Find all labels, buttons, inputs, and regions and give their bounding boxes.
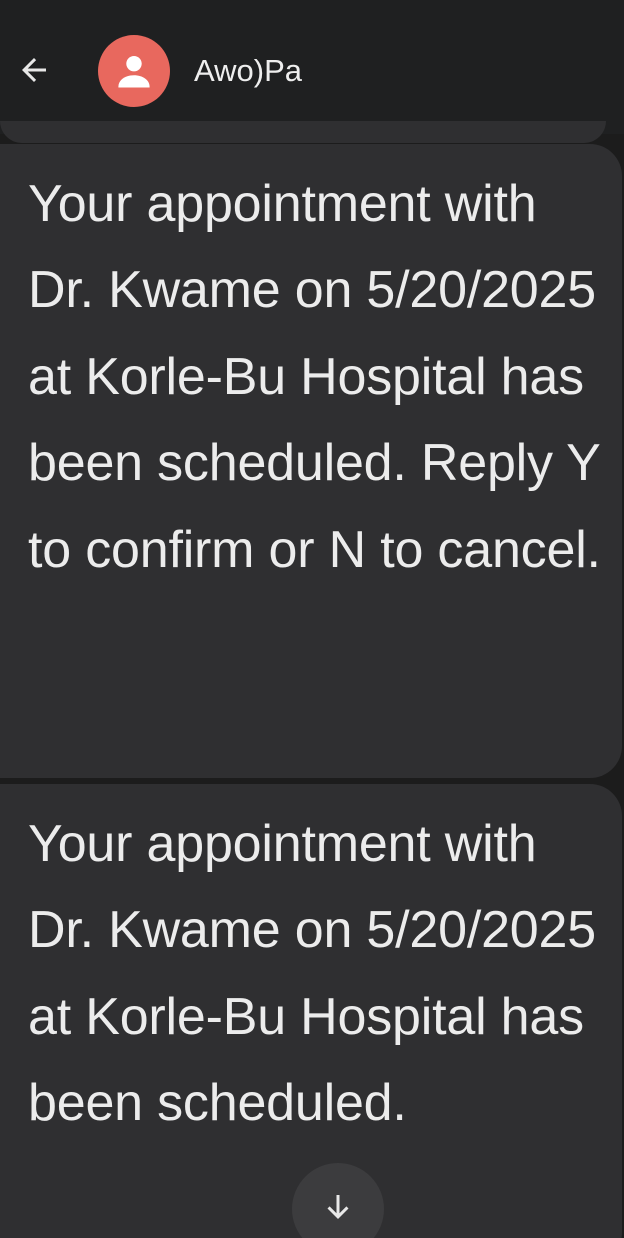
avatar[interactable]	[98, 35, 170, 107]
previous-message-edge	[0, 121, 606, 143]
contact-name[interactable]: Awo)Pa	[194, 52, 302, 90]
person-icon	[118, 55, 150, 88]
arrow-down-icon	[327, 1195, 349, 1219]
back-button[interactable]	[14, 50, 54, 90]
message-bubble[interactable]: Your appointment with Dr. Kwame on 5/20/…	[0, 784, 622, 1238]
message-bubble[interactable]: Your appointment with Dr. Kwame on 5/20/…	[0, 144, 622, 778]
message-text: Your appointment with Dr. Kwame on 5/20/…	[28, 815, 596, 1133]
arrow-left-icon	[22, 58, 46, 82]
conversation-header: Awo)Pa	[0, 0, 624, 134]
message-text: Your appointment with Dr. Kwame on 5/20/…	[28, 175, 601, 579]
